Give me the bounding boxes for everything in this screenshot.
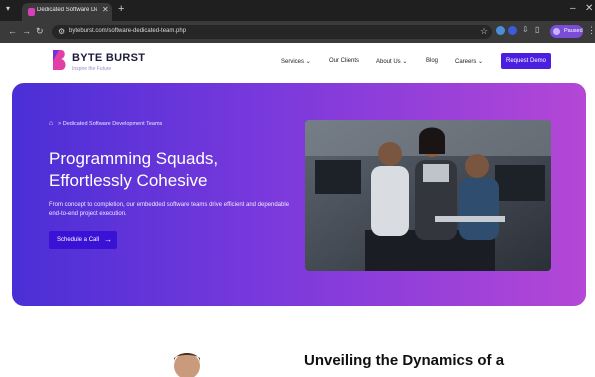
browser-menu-icon[interactable]: ⋮ xyxy=(587,25,595,36)
nav-our-clients[interactable]: Our Clients xyxy=(329,58,359,64)
nav-careers[interactable]: Careers ⌄ xyxy=(455,58,483,65)
site-header: BYTE BURST Inspire the Future Services ⌄… xyxy=(0,43,595,83)
downloads-icon[interactable]: ⇩ xyxy=(522,25,529,34)
hero-title-line2: Effortlessly Cohesive xyxy=(49,171,208,190)
byte-burst-logo-icon[interactable] xyxy=(51,49,68,71)
minimize-icon[interactable]: – xyxy=(570,3,576,14)
sidepanel-icon[interactable]: ▯ xyxy=(535,25,539,34)
brand-name[interactable]: BYTE BURST xyxy=(72,52,145,64)
home-icon[interactable]: ⌂ xyxy=(49,120,53,127)
team-photo xyxy=(305,120,551,271)
hero-title-line1: Programming Squads, xyxy=(49,149,219,168)
person-photo xyxy=(174,353,200,377)
chevron-down-icon: ⌄ xyxy=(478,59,484,65)
schedule-call-button[interactable]: Schedule a Call → xyxy=(49,231,117,249)
nav-blog[interactable]: Blog xyxy=(426,58,438,64)
brand-tagline: Inspire the Future xyxy=(72,66,112,72)
browser-address-bar: ← → ↻ ⚙ byteburst.com/software-dedicated… xyxy=(0,21,595,43)
profile-button[interactable]: Paused xyxy=(550,25,583,38)
url-field[interactable]: ⚙ byteburst.com/software-dedicated-team.… xyxy=(52,25,492,39)
tab-close-icon[interactable]: ✕ xyxy=(102,5,109,14)
section-heading: Unveiling the Dynamics of a xyxy=(304,352,505,369)
nav-label: About Us xyxy=(376,59,401,65)
tab-search-icon[interactable]: ▾ xyxy=(6,4,10,13)
avatar xyxy=(553,28,560,35)
new-tab-icon[interactable]: + xyxy=(118,3,124,15)
nav-services[interactable]: Services ⌄ xyxy=(281,58,311,65)
nav-about-us[interactable]: About Us ⌄ xyxy=(376,58,407,65)
window-close-icon[interactable]: ✕ xyxy=(585,3,593,14)
tab-title: Dedicated Software Developm xyxy=(37,7,97,13)
favicon-icon xyxy=(28,8,35,16)
hero-description: From concept to completion, our embedded… xyxy=(49,202,290,217)
nav-label: Careers xyxy=(455,59,477,65)
schedule-call-label: Schedule a Call xyxy=(57,237,100,243)
arrow-right-icon: → xyxy=(104,235,112,244)
browser-tab[interactable]: Dedicated Software Developm ✕ xyxy=(22,3,112,21)
url-text: byteburst.com/software-dedicated-team.ph… xyxy=(69,28,187,34)
page-title: Programming Squads, Effortlessly Cohesiv… xyxy=(49,148,289,192)
nav-label: Our Clients xyxy=(329,58,360,64)
site-info-icon[interactable]: ⚙ xyxy=(58,27,65,36)
extension-icon[interactable] xyxy=(508,26,517,35)
breadcrumb: > Dedicated Software Development Teams xyxy=(58,121,163,127)
back-icon[interactable]: ← xyxy=(8,26,17,36)
reload-icon[interactable]: ↻ xyxy=(36,26,44,37)
request-demo-button[interactable]: Request Demo xyxy=(501,53,551,69)
chevron-down-icon: ⌄ xyxy=(402,59,408,65)
nav-label: Blog xyxy=(426,58,439,64)
forward-icon[interactable]: → xyxy=(22,26,31,36)
browser-tab-bar: ▾ Dedicated Software Developm ✕ + – ✕ xyxy=(0,0,595,21)
hero-banner: ⌂ > Dedicated Software Development Teams… xyxy=(12,83,586,306)
profile-label: Paused xyxy=(564,28,583,34)
bookmark-star-icon[interactable]: ☆ xyxy=(480,26,488,37)
chevron-down-icon: ⌄ xyxy=(305,59,311,65)
extension-icon[interactable] xyxy=(496,26,505,35)
nav-label: Services xyxy=(281,59,305,65)
